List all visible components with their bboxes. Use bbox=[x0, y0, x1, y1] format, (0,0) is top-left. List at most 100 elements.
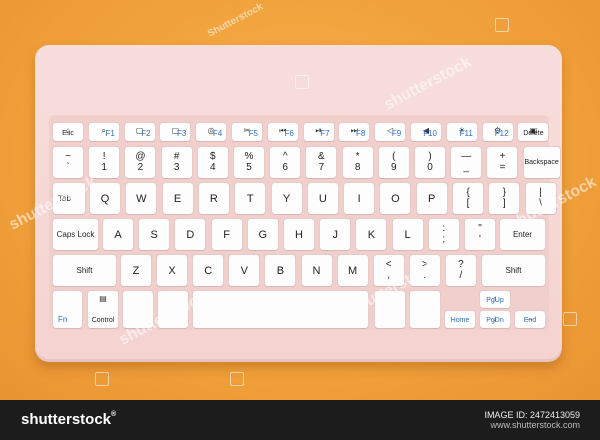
f10-key[interactable]: ◀ F10 bbox=[411, 123, 441, 141]
pgup-key[interactable]: ↑ PgUp bbox=[480, 291, 510, 308]
command-key[interactable] bbox=[158, 291, 188, 328]
key-label: V bbox=[240, 264, 248, 277]
key-label: Caps Lock bbox=[56, 229, 95, 239]
letter-key[interactable]: " ' bbox=[465, 219, 495, 250]
key-label: W bbox=[136, 192, 147, 205]
key-label: B bbox=[276, 264, 285, 277]
key-label: ( bbox=[392, 151, 396, 162]
letter-key[interactable]: S bbox=[139, 219, 170, 250]
letter-key[interactable]: T bbox=[235, 183, 266, 214]
letter-key[interactable]: B bbox=[265, 255, 296, 286]
f6-key[interactable]: ⏮ F6 bbox=[267, 123, 298, 141]
f3-key[interactable]: ▢ F3 bbox=[160, 123, 191, 141]
enter-key[interactable]: Enter bbox=[500, 219, 545, 250]
f7-key[interactable]: ⏯ F7 bbox=[303, 123, 334, 141]
number-key[interactable]: $4 bbox=[197, 147, 228, 178]
number-key[interactable]: #3 bbox=[161, 147, 192, 178]
letter-key[interactable]: ? / bbox=[445, 255, 476, 286]
letter-key[interactable]: R bbox=[198, 183, 229, 214]
letter-key[interactable]: Z bbox=[121, 255, 151, 286]
caps-lock-key[interactable]: Caps Lock bbox=[53, 219, 98, 250]
number-key[interactable]: + = bbox=[487, 147, 518, 178]
letter-key[interactable]: K bbox=[356, 219, 387, 250]
pgdn-key[interactable]: ↓ PgDn bbox=[480, 311, 510, 328]
letter-key[interactable]: V bbox=[229, 255, 260, 286]
shift-key[interactable]: Shift bbox=[53, 255, 116, 286]
key-label: PgDn bbox=[486, 317, 504, 324]
f8-key[interactable]: ⏭ F8 bbox=[339, 123, 370, 141]
key-label: F bbox=[223, 228, 230, 241]
number-key[interactable]: @2 bbox=[125, 147, 156, 178]
key-label: R bbox=[209, 192, 218, 205]
letter-key[interactable]: L bbox=[392, 219, 423, 250]
fn-key[interactable]: Fn bbox=[53, 291, 82, 328]
letter-key[interactable]: N bbox=[301, 255, 332, 286]
key-label: 8 bbox=[354, 162, 361, 173]
number-key[interactable]: ~ ` bbox=[53, 147, 83, 178]
letter-key[interactable]: {[ bbox=[453, 183, 483, 214]
letter-key[interactable]: A bbox=[103, 219, 133, 250]
letter-key[interactable]: U bbox=[307, 183, 338, 214]
key-label: . bbox=[423, 270, 427, 281]
key-label: ' bbox=[479, 234, 481, 245]
key-label: S bbox=[150, 228, 158, 241]
letter-key[interactable]: J bbox=[320, 219, 351, 250]
f9-key[interactable]: ◁ F9 bbox=[375, 123, 406, 141]
number-key[interactable]: * 8 bbox=[342, 147, 373, 178]
key-label: ` bbox=[66, 162, 70, 173]
number-key[interactable]: & 7 bbox=[306, 147, 337, 178]
letter-key[interactable]: X bbox=[157, 255, 188, 286]
key-label: * bbox=[355, 151, 360, 162]
letter-key[interactable]: M bbox=[337, 255, 368, 286]
letter-key[interactable]: H bbox=[284, 219, 314, 250]
letter-key[interactable]: >. bbox=[409, 255, 440, 286]
tab-key[interactable]: Tab bbox=[53, 183, 85, 214]
number-key[interactable]: — _ bbox=[451, 147, 482, 178]
number-key[interactable]: ) 0 bbox=[415, 147, 445, 178]
f4-key[interactable]: ◎ F4 bbox=[196, 123, 227, 141]
letter-key[interactable]: <, bbox=[373, 255, 404, 286]
esc-key[interactable]: ⌂ Esc bbox=[53, 123, 83, 141]
key-label: $ bbox=[210, 151, 216, 162]
option-key[interactable] bbox=[123, 291, 153, 328]
number-key[interactable]: % 5 bbox=[234, 147, 264, 178]
option-key-right[interactable] bbox=[410, 291, 440, 328]
delete-key[interactable]: ▣ Delete bbox=[518, 123, 549, 141]
key-label: X bbox=[168, 264, 176, 277]
f12-key[interactable]: ⚙ F12 bbox=[482, 123, 513, 141]
letter-key[interactable]: O bbox=[380, 183, 411, 214]
key-label: ! bbox=[102, 151, 106, 162]
letter-key[interactable]: P bbox=[416, 183, 447, 214]
letter-key[interactable]: I bbox=[344, 183, 375, 214]
letter-key[interactable]: D bbox=[175, 219, 206, 250]
number-key[interactable]: ! 1 bbox=[89, 147, 120, 178]
letter-key[interactable]: W bbox=[126, 183, 157, 214]
key-label: H bbox=[295, 228, 303, 241]
command-key-right[interactable] bbox=[375, 291, 405, 328]
end-key[interactable]: → End bbox=[515, 311, 545, 328]
number-key[interactable]: (9 bbox=[378, 147, 409, 178]
letter-key[interactable]: Q bbox=[90, 183, 120, 214]
space-bar[interactable] bbox=[193, 291, 368, 328]
f11-key[interactable]: ☀ F11 bbox=[446, 123, 477, 141]
f1-key[interactable]: ⌕ F1 bbox=[88, 123, 119, 141]
letter-key[interactable]: | \ bbox=[525, 183, 556, 214]
control-key[interactable]: ▤ Control bbox=[88, 291, 118, 328]
backspace-key[interactable]: Backspace bbox=[523, 147, 560, 178]
f5-key[interactable]: ✂ F5 bbox=[232, 123, 262, 141]
key-label: F10 bbox=[423, 129, 437, 138]
key-label: F2 bbox=[141, 129, 151, 138]
home-key[interactable]: Home bbox=[445, 311, 475, 328]
letter-key[interactable]: }] bbox=[489, 183, 520, 214]
letter-key[interactable]: :; bbox=[428, 219, 459, 250]
letter-key[interactable]: G bbox=[247, 219, 278, 250]
key-label: J bbox=[332, 228, 338, 241]
letter-key[interactable]: Y bbox=[271, 183, 302, 214]
shift-key[interactable]: Shift bbox=[482, 255, 545, 286]
letter-key[interactable]: C bbox=[193, 255, 224, 286]
f2-key[interactable]: ▢ F2 bbox=[124, 123, 155, 141]
key-label: ] bbox=[502, 198, 506, 209]
letter-key[interactable]: F bbox=[211, 219, 242, 250]
letter-key[interactable]: E bbox=[162, 183, 193, 214]
number-key[interactable]: ^ 6 bbox=[270, 147, 301, 178]
